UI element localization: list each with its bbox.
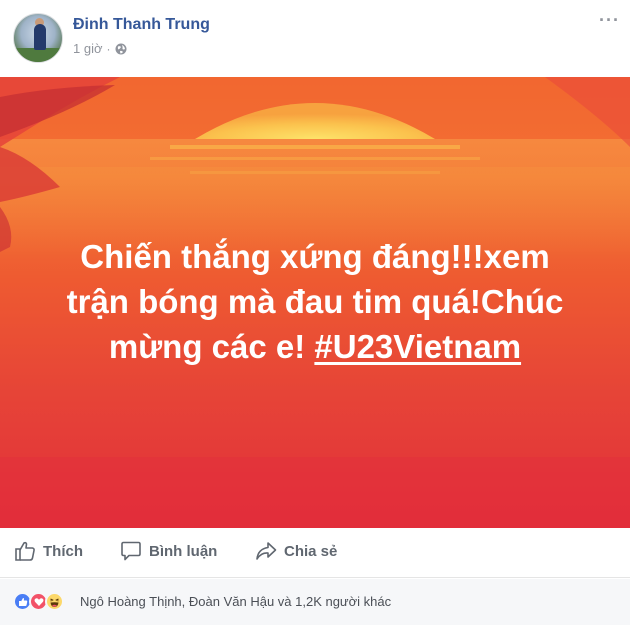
avatar-figure <box>34 24 46 50</box>
haha-icon <box>45 592 64 611</box>
like-label: Thích <box>43 542 83 560</box>
meta-separator: · <box>106 41 111 56</box>
hashtag-link[interactable]: #U23Vietnam <box>314 328 521 365</box>
share-icon <box>256 542 277 560</box>
avatar[interactable] <box>13 13 63 63</box>
comment-label: Bình luận <box>149 542 218 560</box>
globe-icon <box>115 43 126 54</box>
facebook-post: Đinh Thanh Trung 1 giờ · ··· Chiến thắng… <box>0 0 630 625</box>
reaction-icons <box>13 592 64 612</box>
more-options-icon[interactable]: ··· <box>599 10 620 31</box>
post-time[interactable]: 1 giờ <box>73 41 103 56</box>
comment-icon <box>121 541 141 561</box>
post-header: Đinh Thanh Trung 1 giờ · ··· <box>0 0 630 77</box>
author-name[interactable]: Đinh Thanh Trung <box>73 16 210 34</box>
post-background-card: Chiến thắng xứng đáng!!!xem trận bóng mà… <box>0 77 630 528</box>
post-actions-bar: Thích Bình luận Chia sẻ <box>0 528 630 578</box>
post-text: Chiến thắng xứng đáng!!!xem trận bóng mà… <box>20 234 610 369</box>
post-text-line: trận bóng mà đau tim quá!Chúc <box>66 283 564 320</box>
avatar-grass <box>14 48 62 62</box>
thumbs-up-icon <box>15 541 35 561</box>
like-button[interactable]: Thích <box>14 541 83 561</box>
comment-button[interactable]: Bình luận <box>120 541 217 561</box>
post-text-line: mừng các e! #U23Vietnam <box>20 324 610 369</box>
share-label: Chia sẻ <box>284 542 338 560</box>
share-button[interactable]: Chia sẻ <box>255 541 337 561</box>
post-meta: 1 giờ · <box>73 41 127 56</box>
reactions-bar[interactable]: Ngô Hoàng Thịnh, Đoàn Văn Hậu và 1,2K ng… <box>0 579 630 625</box>
post-text-line-3: mừng các e! <box>108 328 306 365</box>
reaction-summary[interactable]: Ngô Hoàng Thịnh, Đoàn Văn Hậu và 1,2K ng… <box>80 594 391 609</box>
post-text-line: Chiến thắng xứng đáng!!!xem <box>80 238 550 275</box>
